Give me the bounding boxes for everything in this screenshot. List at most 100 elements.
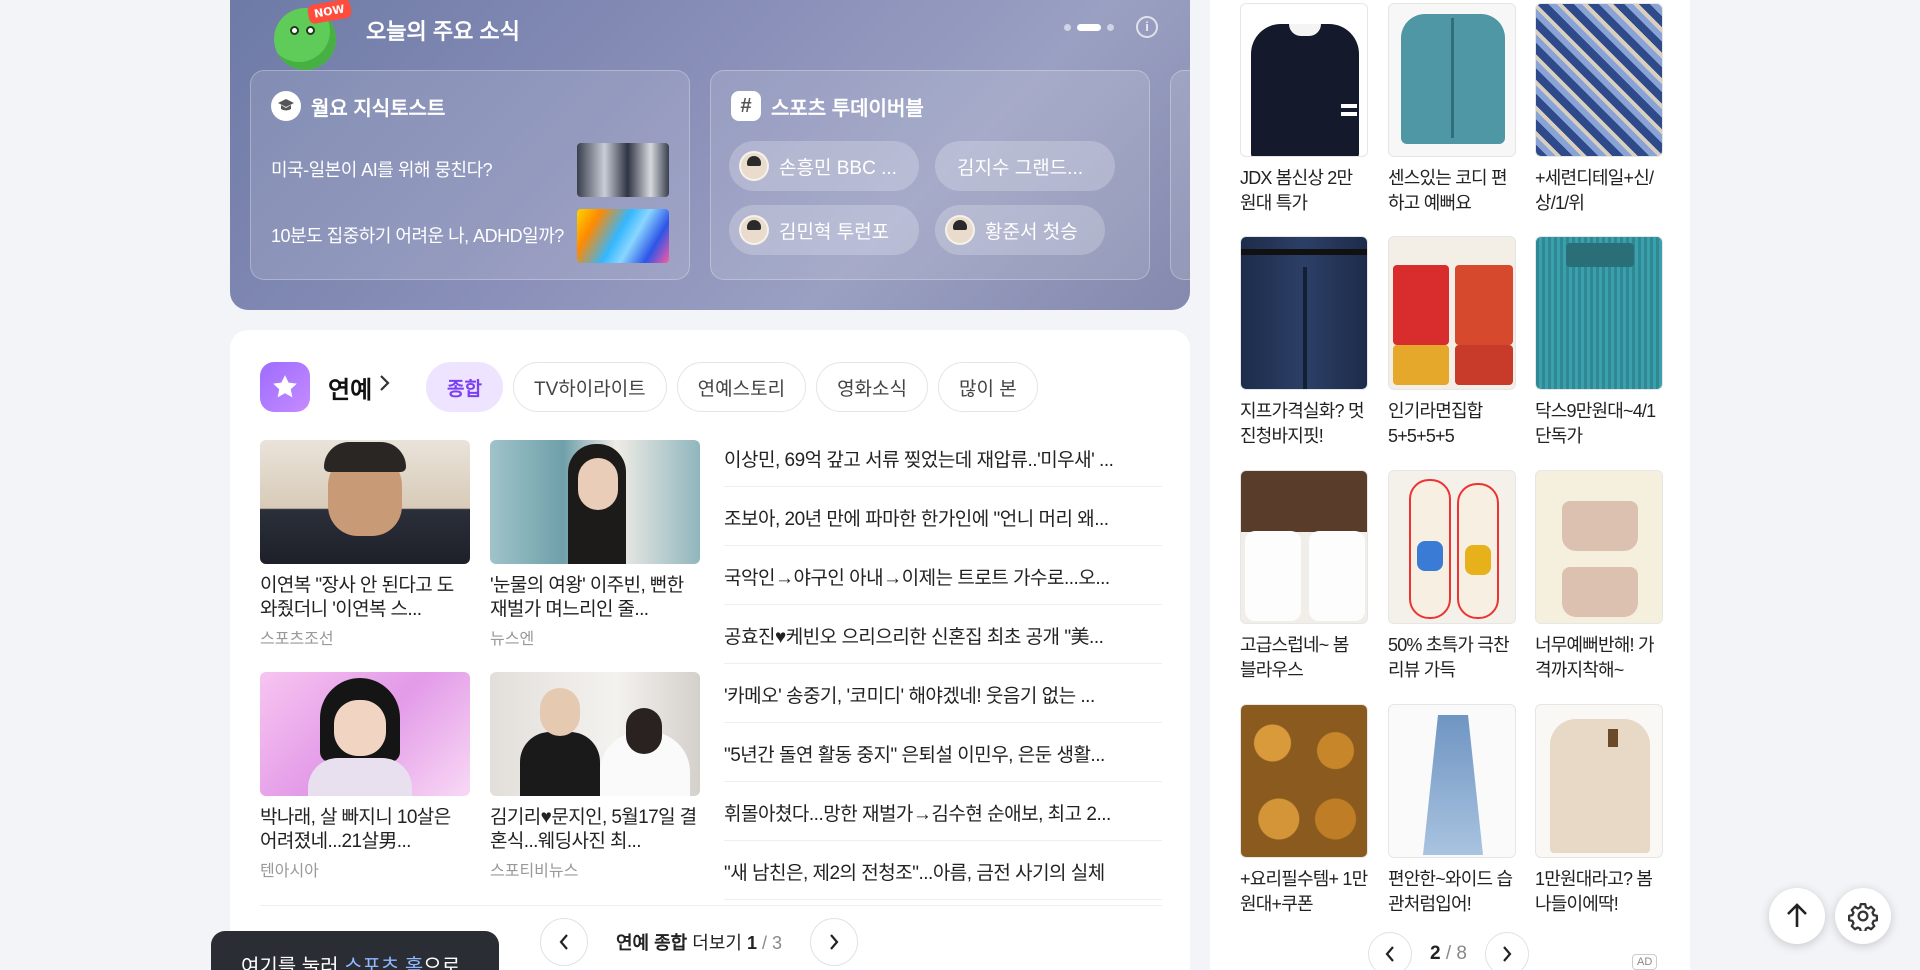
next-page-button[interactable] [810, 918, 859, 966]
tab-entertainment-story[interactable]: 연예스토리 [676, 362, 807, 412]
star-icon [260, 362, 310, 412]
next-page-button[interactable] [1484, 932, 1529, 970]
pager-current: 1 [746, 933, 757, 953]
product-image [1240, 704, 1368, 858]
news-card-title: 이연복 "장사 안 된다고 도와줬더니 '이연복 스... [260, 575, 454, 620]
chevron-right-icon[interactable] [378, 372, 392, 400]
product-item[interactable]: 1만원대라고? 봄나들이에딱! [1535, 704, 1663, 917]
product-item[interactable]: 편안한~와이드 습관처럼입어! [1388, 704, 1516, 917]
headline-link[interactable]: 국악인→야구인 아내→이제는 트로트 가수로...오... [724, 546, 1162, 605]
sports-bubble-header[interactable]: # 스포츠 투데이버블 [731, 91, 924, 121]
product-item[interactable]: 고급스럽네~ 봄 블라우스 [1240, 470, 1368, 683]
mascot-icon: NOW [274, 0, 353, 70]
ad-badge[interactable]: AD [1632, 954, 1658, 970]
news-card[interactable]: 박나래, 살 빠지니 10살은 어려졌네...21살男... 텐아시아 [260, 672, 470, 881]
product-image [1240, 470, 1368, 624]
product-title: 편안한~와이드 습관처럼입어! [1388, 869, 1513, 914]
sports-chip[interactable]: 손흥민 BBC ... [729, 141, 919, 191]
divider [260, 905, 1162, 906]
product-title: JDX 봄신상 2만원대 특가 [1240, 168, 1353, 213]
product-title: 센스있는 코디 편하고 예뻐요 [1388, 168, 1508, 213]
product-image [1240, 3, 1368, 157]
toast-text: 여기를 눌러 [241, 956, 345, 970]
mascot-eye-icon [290, 26, 299, 35]
news-card-title: '눈물의 여왕' 이주빈, 뻔한 재벌가 며느리인 줄... [490, 575, 684, 620]
product-image [1388, 470, 1516, 624]
product-title: 닥스9만원대~4/1 단독가 [1535, 401, 1656, 446]
product-image [1535, 236, 1663, 390]
sports-chip-label: 김지수 그랜드... [957, 157, 1083, 179]
chevron-right-icon [830, 934, 839, 950]
product-item[interactable]: +세련디테일+신/상/1/위 [1535, 3, 1663, 216]
product-item[interactable]: +요리필수템+ 1만원대+쿠폰 [1240, 704, 1368, 917]
page: NOW 오늘의 주요 소식 i 월요 지식토스트 미국-일본이 AI를 위해 뭉… [0, 0, 1920, 970]
now-badge: NOW [306, 0, 353, 25]
scroll-to-top-button[interactable] [1769, 888, 1825, 944]
product-image [1388, 3, 1516, 157]
product-item[interactable]: 너무예뻐반해! 가격까지착해~ [1535, 470, 1663, 683]
knowledge-item[interactable]: 미국-일본이 AI를 위해 뭉친다? [271, 143, 669, 197]
today-news-title[interactable]: 오늘의 주요 소식 [366, 14, 520, 46]
product-title: 50% 초특가 극찬리뷰 가득 [1388, 635, 1510, 680]
sports-chip[interactable]: 김지수 그랜드... [935, 141, 1115, 191]
hashtag-icon: # [731, 91, 761, 121]
product-title: 1만원대라고? 봄나들이에딱! [1535, 869, 1653, 914]
product-item[interactable]: JDX 봄신상 2만원대 특가 [1240, 3, 1368, 216]
tab-movie-news[interactable]: 영화소식 [816, 362, 928, 412]
carousel-dot[interactable] [1064, 24, 1071, 31]
prev-page-button[interactable] [540, 918, 588, 966]
carousel-dot-active[interactable] [1077, 24, 1101, 31]
sports-home-toast[interactable]: 여기를 눌러 스포츠 홈으로 [211, 931, 499, 970]
product-image [1388, 236, 1516, 390]
chevron-left-icon [559, 934, 568, 950]
headline-link[interactable]: 이상민, 69억 갚고 서류 찢었는데 재압류..'미우새' ... [724, 428, 1162, 487]
entertainment-title[interactable]: 연예 [328, 370, 372, 405]
headline-link[interactable]: 공효진♥케빈오 으리으리한 신혼집 최초 공개 "美... [724, 605, 1162, 664]
prev-page-button[interactable] [1368, 932, 1412, 970]
product-image [1388, 704, 1516, 858]
toast-link[interactable]: 스포츠 홈 [344, 956, 423, 970]
toast-text: 으로 [423, 956, 461, 970]
sports-chip-label: 김민혁 투런포 [779, 221, 890, 243]
headline-link[interactable]: 조보아, 20년 만에 파마한 한가인에 "언니 머리 왜... [724, 487, 1162, 546]
news-card[interactable]: '눈물의 여왕' 이주빈, 뻔한 재벌가 며느리인 줄... 뉴스엔 [490, 440, 700, 649]
carousel-dot[interactable] [1107, 24, 1114, 31]
product-item[interactable]: 닥스9만원대~4/1 단독가 [1535, 236, 1663, 449]
product-image [1240, 236, 1368, 390]
knowledge-item[interactable]: 10분도 집중하기 어려운 나, ADHD일까? [271, 209, 669, 263]
headline-link[interactable]: "새 남친은, 제2의 전청조"...아름, 금전 사기의 실체 [724, 841, 1162, 900]
knowledge-toast-header[interactable]: 월요 지식토스트 [271, 91, 445, 121]
sports-chip[interactable]: 김민혁 투런포 [729, 205, 919, 255]
knowledge-item-text: 10분도 집중하기 어려운 나, ADHD일까? [271, 226, 564, 246]
avatar [739, 151, 769, 181]
info-icon[interactable]: i [1136, 16, 1158, 38]
pager-text[interactable]: 연예 종합 더보기 1 / 3 [616, 929, 782, 955]
headline-link[interactable]: '카메오' 송중기, '코미디' 해야겠네! 웃음기 없는 ... [724, 664, 1162, 723]
settings-button[interactable] [1835, 888, 1891, 944]
news-card-title: 박나래, 살 빠지니 10살은 어려졌네...21살男... [260, 807, 451, 852]
product-item[interactable]: 센스있는 코디 편하고 예뻐요 [1388, 3, 1516, 216]
next-panel-peek[interactable] [1170, 70, 1190, 280]
entertainment-section: 연예 종합 TV하이라이트 연예스토리 영화소식 많이 본 이연복 "장사 안 … [230, 330, 1190, 970]
product-item[interactable]: 인기라면집합 5+5+5+5 [1388, 236, 1516, 449]
pager-more: 더보기 [692, 933, 742, 953]
sports-chip[interactable]: 황준서 첫승 [935, 205, 1105, 255]
product-item[interactable]: 50% 초특가 극찬리뷰 가득 [1388, 470, 1516, 683]
tab-most-viewed[interactable]: 많이 본 [937, 362, 1038, 412]
pager-current: 2 [1430, 943, 1441, 964]
headline-link[interactable]: 휘몰아쳤다...망한 재벌가→김수현 순애보, 최고 2... [724, 782, 1162, 841]
pager-label: 연예 종합 [616, 933, 688, 953]
headline-link[interactable]: "5년간 돌연 활동 중지" 은퇴설 이민우, 은둔 생활... [724, 723, 1162, 782]
tab-tv-highlight[interactable]: TV하이라이트 [512, 362, 667, 412]
carousel-indicator[interactable] [1064, 24, 1114, 31]
tab-overall[interactable]: 종합 [426, 362, 503, 412]
product-item[interactable]: 지프가격실화? 멋진청바지핏! [1240, 236, 1368, 449]
knowledge-toast-panel: 월요 지식토스트 미국-일본이 AI를 위해 뭉친다? 10분도 집중하기 어려… [250, 70, 690, 280]
product-image [1535, 704, 1663, 858]
news-card-thumbnail [260, 672, 470, 796]
product-title: 고급스럽네~ 봄 블라우스 [1240, 635, 1349, 680]
pager-total: / 8 [1445, 943, 1467, 964]
knowledge-item-text: 미국-일본이 AI를 위해 뭉친다? [271, 160, 493, 180]
news-card[interactable]: 이연복 "장사 안 된다고 도와줬더니 '이연복 스... 스포츠조선 [260, 440, 470, 649]
news-card[interactable]: 김기리♥문지인, 5월17일 결혼식...웨딩사진 최... 스포티비뉴스 [490, 672, 700, 881]
